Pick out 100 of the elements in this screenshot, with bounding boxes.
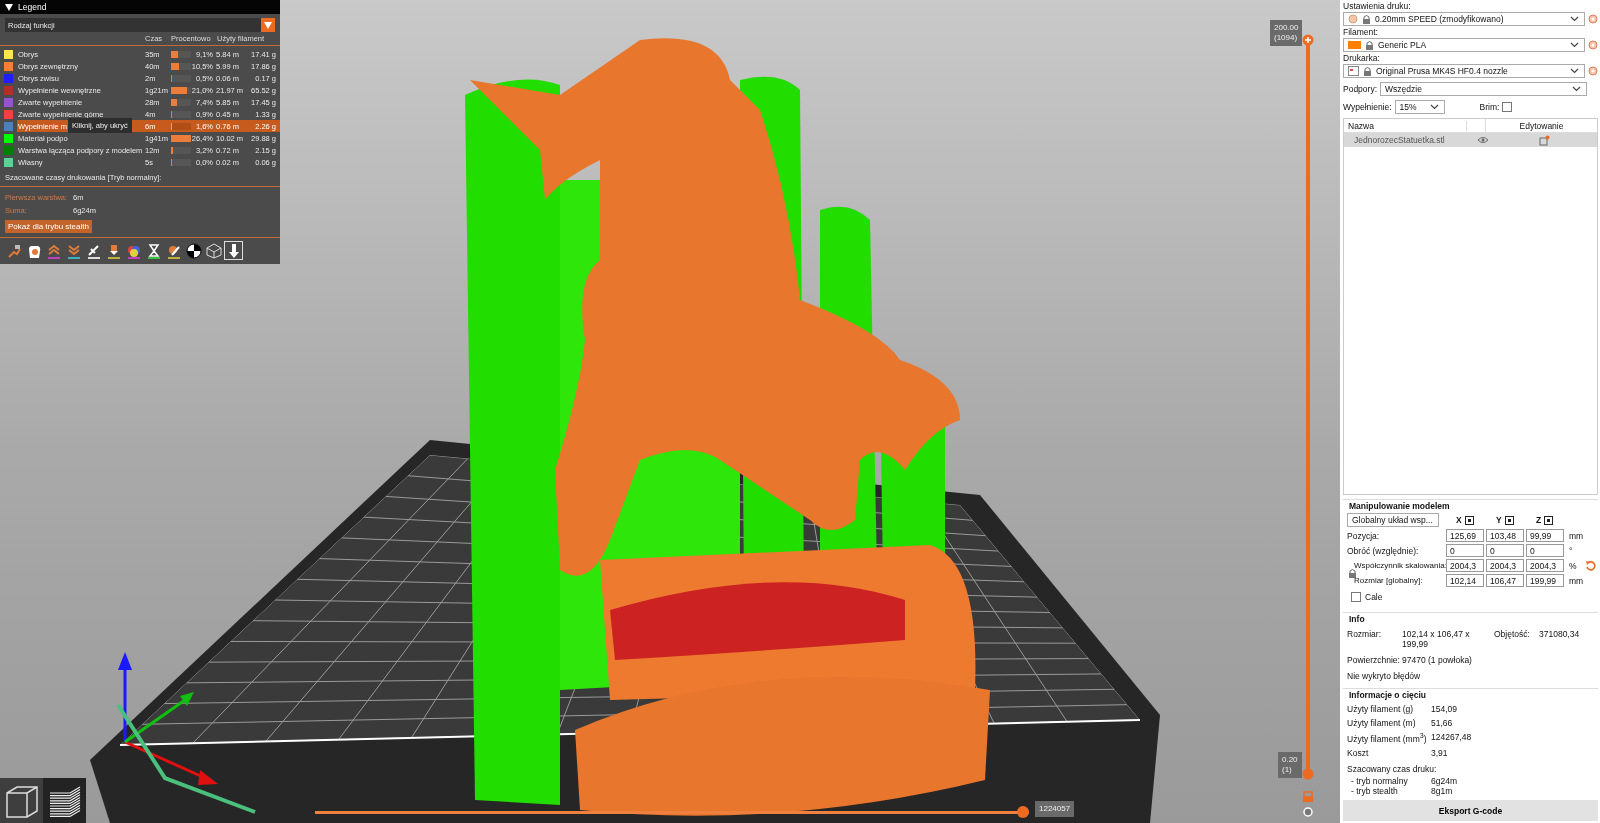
info-label: - tryb stealth	[1350, 786, 1399, 796]
coordinate-dropdown[interactable]: Globalny układ wsp...	[1347, 513, 1439, 528]
chevron-down-icon[interactable]	[1570, 16, 1579, 22]
dropdown-arrow-icon[interactable]	[264, 21, 272, 29]
checkered-circle-icon[interactable]	[185, 242, 202, 259]
seam-icon[interactable]	[85, 242, 102, 259]
info-value: 371080,34	[1539, 629, 1580, 642]
info-value: 51,66	[1431, 718, 1453, 729]
field-label: Współczynnik skalowania:	[1353, 561, 1444, 571]
unit-label: mm	[1569, 530, 1584, 541]
info-label: Użyty filament (g)	[1347, 704, 1415, 715]
info-value: 97470 (1 powłoka)	[1402, 655, 1472, 666]
chevron-down-icon[interactable]	[1572, 85, 1581, 92]
brim-checkbox[interactable]	[1502, 101, 1513, 112]
cube-wireframe-icon[interactable]	[205, 242, 222, 259]
stealth-button[interactable]: Pokaż dla trybu stealth	[5, 220, 92, 233]
axis-label: Y	[1496, 515, 1502, 526]
info-value: 8g1m	[1431, 786, 1453, 796]
info-label: Użyty filament (m)	[1347, 718, 1417, 729]
preset-dropdown[interactable]: Original Prusa MK4S HF0.4 nozzle	[1343, 64, 1585, 78]
column-header: Edytowanie	[1518, 120, 1565, 131]
section-title: Info	[1348, 613, 1366, 627]
field-label: Rozmiar [globalny]:	[1353, 576, 1424, 586]
section-title: Manipulowanie modelem	[1348, 500, 1451, 514]
value-field[interactable]: 125,69	[1446, 529, 1484, 543]
info-value: 6g24m	[1431, 776, 1457, 786]
preset-dropdown[interactable]: Generic PLA	[1343, 38, 1585, 52]
info-label: - tryb normalny	[1350, 776, 1409, 786]
value-field[interactable]: 103,48	[1486, 529, 1524, 543]
section-title: Informacje o cięciu	[1348, 689, 1427, 703]
info-text: Nie wykryto błędów	[1346, 670, 1422, 684]
value-field[interactable]: 2004,3	[1446, 559, 1484, 573]
field-label: Pozycja:	[1347, 530, 1381, 541]
layer-height-label: 200.00 (1094)	[1270, 20, 1303, 46]
info-label: Koszt	[1347, 748, 1370, 758]
lock-icon	[1365, 40, 1374, 50]
info-value: 3,91	[1431, 748, 1448, 758]
info-value: 124267,48	[1431, 732, 1472, 744]
lock-icon	[1363, 66, 1372, 76]
info-label: Powierzchnie:	[1347, 655, 1401, 666]
value-field[interactable]: 2004,3	[1526, 559, 1564, 573]
info-value: 102,14 x 106,47 x 199,99	[1402, 629, 1471, 650]
value-field[interactable]: 102,14	[1446, 574, 1484, 588]
axis-label: X	[1456, 515, 1462, 526]
slider-thumb-icon[interactable]	[1302, 34, 1314, 46]
axis-icon[interactable]	[1544, 515, 1554, 525]
axis-label: Z	[1536, 515, 1542, 526]
inches-checkbox[interactable]	[1351, 592, 1361, 603]
export-button[interactable]: Eksport G-code	[1343, 800, 1598, 821]
info-label: Użyty filament (mm$^{3}$)	[1347, 732, 1428, 744]
move-value-label: 1224057	[1035, 801, 1075, 817]
extruder-down-icon[interactable]	[105, 242, 122, 259]
field-label: Ustawienia druku:	[1343, 1, 1412, 12]
chevron-down-icon[interactable]	[1429, 103, 1439, 110]
layer-height-label: 0.20 (1)	[1278, 752, 1302, 778]
slider-thumb-icon[interactable]	[1302, 768, 1314, 780]
chevrons-down-icon[interactable]	[65, 242, 82, 259]
gear-icon	[1348, 14, 1358, 24]
settings-icon[interactable]	[1588, 40, 1598, 50]
checkbox-label: Cale	[1365, 592, 1383, 603]
preset-dropdown[interactable]: 0.20mm SPEED (zmodyfikowano)	[1343, 12, 1585, 26]
value-field[interactable]: 2004,3	[1486, 559, 1524, 573]
settings-icon[interactable]	[1588, 14, 1598, 24]
settings-icon[interactable]	[1588, 66, 1598, 76]
unit-label: mm	[1569, 575, 1584, 586]
lock-icon[interactable]	[1348, 568, 1357, 579]
value-field[interactable]: 99,99	[1526, 529, 1564, 543]
info-value: 154,09	[1431, 704, 1457, 715]
object-row[interactable]: JednorozecStatuetka.stl	[1344, 133, 1597, 147]
info-label: Rozmiar:	[1347, 629, 1382, 642]
supports-dropdown[interactable]: Wszędzie	[1380, 81, 1587, 96]
lock-icon	[1362, 14, 1371, 24]
column-header: Nazwa	[1344, 120, 1467, 131]
legend-header[interactable]: Legend	[0, 0, 280, 14]
info-label: Szacowany czas druku:	[1346, 763, 1438, 776]
info-label: Objętość:	[1494, 629, 1531, 642]
printer-icon	[1348, 66, 1359, 76]
chevron-down-icon[interactable]	[1570, 68, 1579, 74]
reset-icon[interactable]	[1584, 560, 1596, 572]
field-label: Obróć (względnie):	[1347, 545, 1420, 556]
value-field[interactable]: 106,47	[1486, 574, 1524, 588]
axis-icon[interactable]	[1464, 515, 1474, 525]
value-field[interactable]: 0	[1446, 544, 1484, 558]
field-label: Drukarka:	[1343, 53, 1381, 64]
chevron-down-icon[interactable]	[1570, 42, 1579, 48]
hourglass-icon[interactable]	[145, 242, 162, 259]
value-field[interactable]: 0	[1486, 544, 1524, 558]
field-label: Wypełnienie:	[1343, 101, 1392, 112]
value-field[interactable]: 199,99	[1526, 574, 1564, 588]
infill-dropdown[interactable]: 15%	[1394, 99, 1445, 114]
axis-icon[interactable]	[1504, 515, 1514, 525]
collapse-triangle-icon[interactable]	[5, 3, 13, 11]
field-label: Brim:	[1479, 101, 1500, 112]
field-label: Podpory:	[1343, 83, 1378, 94]
unit-label: °	[1569, 545, 1573, 556]
eye-icon[interactable]	[1477, 136, 1489, 144]
value-field[interactable]: 0	[1526, 544, 1564, 558]
unit-label: %	[1569, 560, 1577, 571]
field-label: Filament:	[1343, 27, 1379, 38]
object-name: JednorozecStatuetka.stl	[1353, 135, 1446, 145]
